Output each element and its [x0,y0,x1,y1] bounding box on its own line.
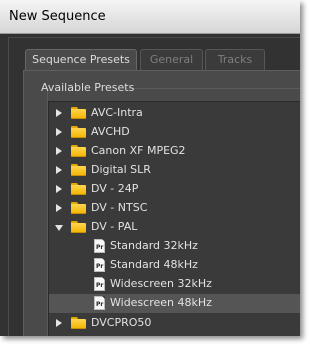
triangle-right-icon[interactable] [56,109,62,117]
folder-icon [71,126,86,138]
tree-preset-standard-48khz[interactable]: Pr Standard 48kHz [49,256,300,275]
tree-folder-dvcpro50[interactable]: DVCPRO50 [49,314,300,333]
tree-item-label: DVCPRO50 [91,316,152,329]
triangle-right-icon[interactable] [56,147,62,155]
folder-icon [71,202,86,214]
tree-preset-widescreen-48khz[interactable]: Pr Widescreen 48kHz [49,294,300,313]
premiere-preset-file-icon: Pr [94,258,105,272]
tab-general[interactable]: General [140,49,203,70]
tree-folder-avchd[interactable]: AVCHD [49,123,300,142]
folder-icon [71,107,86,119]
tree-item-label: Widescreen 48kHz [110,296,212,309]
dialog-body: Sequence Presets General Tracks Availabl… [0,34,300,336]
triangle-right-icon[interactable] [56,128,62,136]
tree-item-label: Standard 48kHz [110,258,198,271]
available-presets-heading: Available Presets [41,81,135,94]
premiere-preset-file-icon: Pr [94,239,105,253]
triangle-right-icon[interactable] [56,185,62,193]
premiere-preset-file-icon: Pr [94,277,105,291]
tree-folder-dv-ntsc[interactable]: DV - NTSC [49,199,300,218]
tree-item-label: AVC-Intra [91,106,143,119]
tree-item-label: AVCHD [91,125,130,138]
frame-line-left [8,37,9,336]
tree-folder-dv-24p[interactable]: DV - 24P [49,180,300,199]
tree-folder-dv-pal[interactable]: DV - PAL [49,218,300,237]
window-title: New Sequence [9,9,106,24]
triangle-right-icon[interactable] [56,204,62,212]
tree-item-label: Standard 32kHz [110,239,198,252]
new-sequence-dialog: New Sequence Sequence Presets General Tr… [0,0,300,336]
triangle-right-icon[interactable] [56,166,62,174]
tree-item-label: DV - NTSC [91,201,148,214]
tree-item-label: Canon XF MPEG2 [91,144,186,157]
tree-item-label: DV - 24P [91,182,139,195]
tree-preset-standard-32khz[interactable]: Pr Standard 32kHz [49,237,300,256]
tree-folder-avc-intra[interactable]: AVC-Intra [49,104,300,123]
folder-icon [71,183,86,195]
frame-line-top [8,37,300,38]
tree-folder-digital-slr[interactable]: Digital SLR [49,161,300,180]
tab-tracks[interactable]: Tracks [205,49,265,70]
tree-item-label: Digital SLR [91,163,151,176]
tree-item-label: DV - PAL [91,220,138,233]
folder-icon [71,145,86,157]
group-border-top [124,88,300,89]
tab-sequence-presets[interactable]: Sequence Presets [25,49,137,70]
tree-item-label: Widescreen 32kHz [110,277,212,290]
tree-folder-canon-xf-mpeg2[interactable]: Canon XF MPEG2 [49,142,300,161]
sequence-presets-panel: Available Presets AVC-Intra AVCHD Canon … [23,70,300,336]
triangle-down-icon[interactable] [55,225,63,231]
premiere-preset-file-icon: Pr [94,296,105,310]
folder-icon [71,164,86,176]
tree-preset-widescreen-32khz[interactable]: Pr Widescreen 32kHz [49,275,300,294]
folder-icon [71,221,86,233]
triangle-right-icon[interactable] [56,319,62,327]
folder-icon [71,317,86,329]
presets-tree[interactable]: AVC-Intra AVCHD Canon XF MPEG2 Digital S… [48,101,300,336]
title-bar[interactable]: New Sequence [0,0,300,34]
